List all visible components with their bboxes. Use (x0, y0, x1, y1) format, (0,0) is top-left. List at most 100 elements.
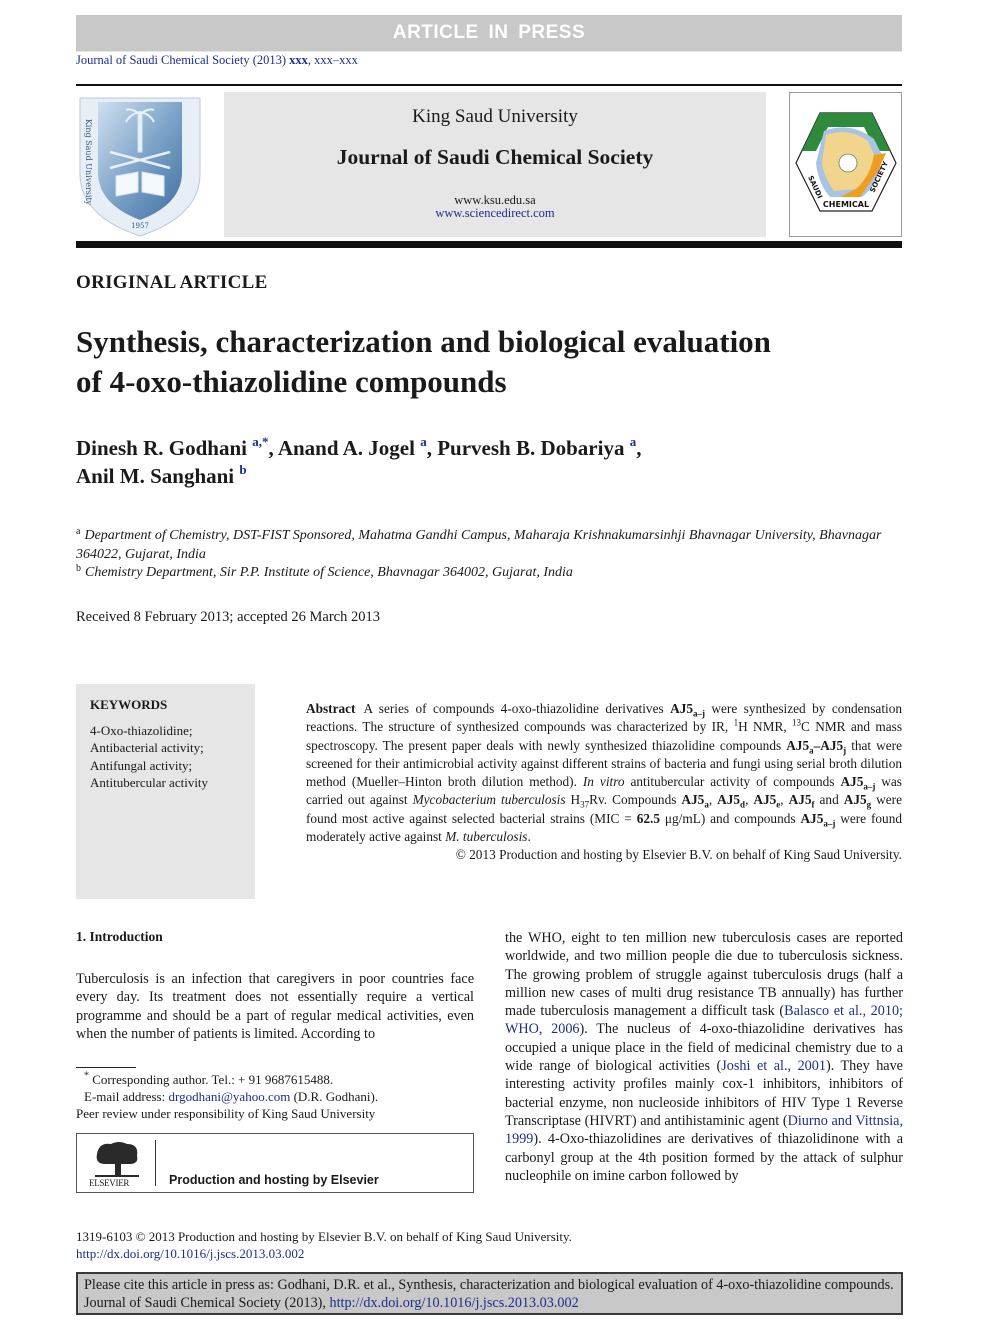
abstract-italic: In vitro (582, 774, 625, 789)
article-type: ORIGINAL ARTICLE (76, 272, 268, 293)
footnote-rule (76, 1067, 136, 1068)
abstract-text: and (814, 792, 844, 808)
elsevier-tree-icon (95, 1142, 139, 1177)
keyword-item: 4-Oxo-thiazolidine; (90, 723, 193, 738)
author-name: Anil M. Sanghani (76, 464, 235, 488)
compound-subscript: e (776, 799, 781, 810)
compound-label: AJ5 (843, 792, 867, 808)
title-line-2: of 4-oxo-thiazolidine compounds (76, 364, 507, 399)
article-in-press-banner: ARTICLE IN PRESS (76, 15, 902, 52)
intro-column-2: the WHO, eight to ten million new tuberc… (505, 929, 903, 1185)
banner-text: ARTICLE IN PRESS (392, 22, 586, 43)
corresponding-author-note: * Corresponding author. Tel.: + 91 96876… (76, 1071, 476, 1088)
title-line-1: Synthesis, characterization and biologic… (76, 324, 771, 359)
abstract-text: antitubercular activity of compounds (624, 774, 841, 789)
abstract-text: A series of compounds 4-oxo-thiazolidine… (363, 701, 671, 716)
footnote-text: Corresponding author. Tel.: + 91 9687615… (89, 1072, 334, 1087)
species-name: Mycobacterium tuberculosis (412, 792, 566, 808)
species-name: M. tuberculosis (445, 828, 528, 844)
university-name: King Saud University (412, 106, 578, 127)
society-emblem-icon: CHEMICAL SAUDI SOCIETY (795, 112, 897, 212)
keyword-item: Antibacterial activity; (90, 740, 204, 756)
abstract-text: . (527, 828, 531, 844)
author-name: Dinesh R. Godhani (76, 436, 247, 460)
compound-label: AJ5 (820, 737, 844, 753)
cite-this-article-box: Please cite this article in press as: Go… (76, 1272, 903, 1315)
affiliation-mark: b (76, 563, 81, 574)
isotope-superscript: 13 (792, 717, 802, 728)
running-head-journal: Journal of Saudi Chemical Society (2013) (76, 53, 287, 67)
compound-label: AJ5 (840, 774, 864, 789)
compound-label: AJ5 (753, 792, 777, 808)
masthead: King Saud University Journal of Saudi Ch… (224, 92, 766, 237)
author-separator: , (636, 436, 642, 460)
doi-link[interactable]: http://dx.doi.org/10.1016/j.jscs.2013.03… (76, 1246, 304, 1262)
abstract-text: Rv. Compounds (589, 792, 682, 808)
running-head[interactable]: Journal of Saudi Chemical Society (2013)… (76, 53, 358, 68)
footnotes: * Corresponding author. Tel.: + 91 96876… (76, 1071, 476, 1122)
author-affiliation-link[interactable]: a,* (252, 434, 268, 449)
elsevier-wordmark: ELSEVIER (89, 1178, 130, 1188)
svg-text:1957: 1957 (131, 222, 149, 230)
elsevier-separator (155, 1140, 156, 1186)
keywords-box: KEYWORDS 4-Oxo-thiazolidine; Antibacteri… (76, 684, 255, 899)
keyword-item: Antifungal activity; (90, 757, 193, 773)
compound-label: AJ5 (670, 701, 693, 716)
author-name: Purvesh B. Dobariya (437, 436, 625, 460)
affiliation-mark: a (76, 526, 81, 537)
author-list: Dinesh R. Godhani a,*, Anand A. Jogel a,… (76, 434, 856, 490)
affiliations: a Department of Chemistry, DST-FIST Spons… (76, 527, 904, 583)
compound-label: AJ5 (681, 792, 705, 808)
compound-subscript: a–j (823, 818, 836, 829)
sciencedirect-link[interactable]: www.sciencedirect.com (224, 206, 766, 221)
cite-doi-link[interactable]: http://dx.doi.org/10.1016/j.jscs.2013.03… (329, 1295, 578, 1311)
strain-subscript: 37 (580, 799, 590, 810)
journal-name: Journal of Saudi Chemical Society (336, 145, 654, 169)
masthead-top-rule (76, 84, 902, 86)
footnote-text: E-mail address: (84, 1089, 169, 1104)
author-separator: , (426, 436, 438, 460)
abstract-copyright: © 2013 Production and hosting by Elsevie… (455, 847, 902, 862)
keywords-title: KEYWORDS (90, 697, 168, 712)
crest-icon: King Saud University 1957 (79, 97, 201, 237)
abstract: Abstract A series of compounds 4-oxo-thia… (306, 700, 902, 864)
author-name: Anand A. Jogel (277, 436, 415, 460)
footnote-text: (D.R. Godhani). (290, 1089, 379, 1104)
compound-label: AJ5 (786, 737, 810, 753)
issn-copyright: 1319-6103 © 2013 Production and hosting … (76, 1229, 572, 1244)
saudi-chemical-society-logo: CHEMICAL SAUDI SOCIETY (789, 92, 902, 237)
elsevier-box: ELSEVIER Production and hosting by Elsev… (76, 1133, 474, 1193)
affiliation-text: Chemistry Department, Sir P.P. Institute… (85, 565, 573, 580)
abstract-text: H NMR, (738, 719, 793, 735)
king-saud-university-logo: King Saud University 1957 (76, 92, 204, 240)
body-text: ). 4-Oxo-thiazolidines are derivatives o… (505, 1131, 903, 1184)
running-head-pages: , xxx–xxx (307, 53, 358, 67)
abstract-text: H (565, 792, 581, 808)
keywords-list: 4-Oxo-thiazolidine; Antibacterial activi… (90, 722, 208, 791)
affiliation-a: a Department of Chemistry, DST-FIST Spons… (76, 527, 904, 564)
intro-column-1: Tuberculosis is an infection that caregi… (76, 971, 474, 1043)
compound-label: AJ5 (800, 810, 824, 826)
keyword-item: Antitubercular activity (90, 774, 209, 790)
peer-review-note: Peer review under responsibility of King… (76, 1106, 376, 1121)
svg-text:CHEMICAL: CHEMICAL (823, 200, 869, 209)
author-affiliation-link[interactable]: b (239, 462, 246, 477)
masthead-bottom-rule (76, 241, 902, 248)
abstract-label: Abstract (306, 701, 356, 716)
abstract-text: μg/mL) and compounds (659, 810, 801, 826)
compound-subscript: a–j (693, 708, 705, 719)
email-note: E-mail address: drgodhani@yahoo.com (D.R… (76, 1088, 476, 1105)
email-link[interactable]: drgodhani@yahoo.com (168, 1089, 290, 1104)
compound-subscript: a (704, 799, 709, 810)
article-title: Synthesis, characterization and biologic… (76, 322, 856, 402)
compound-subscript: a–j (863, 781, 876, 792)
compound-label: AJ5 (788, 792, 812, 808)
elsevier-hosting-text: Production and hosting by Elsevier (169, 1173, 379, 1187)
received-dates: Received 8 February 2013; accepted 26 Ma… (76, 609, 380, 625)
compound-label: AJ5 (717, 792, 741, 808)
citation-link[interactable]: Joshi et al., 2001 (721, 1058, 826, 1074)
section-heading-introduction: 1. Introduction (76, 929, 163, 944)
mic-value: 62.5 (636, 810, 660, 826)
author-separator: , (268, 436, 278, 460)
affiliation-text: Department of Chemistry, DST-FIST Sponso… (76, 528, 882, 562)
